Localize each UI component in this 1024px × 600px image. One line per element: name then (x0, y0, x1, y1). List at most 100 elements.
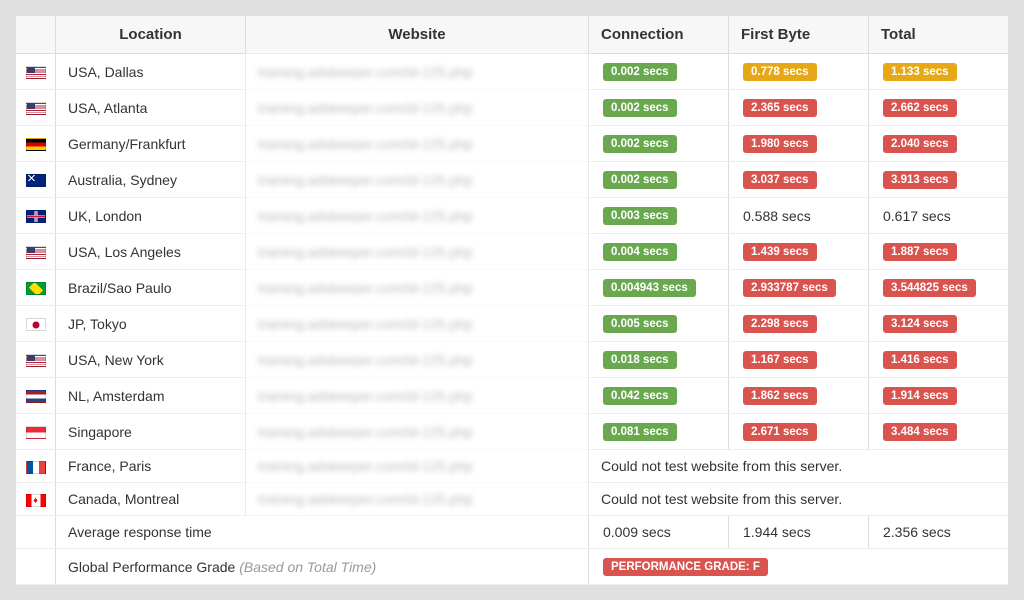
header-website[interactable]: Website (246, 16, 589, 54)
time-badge: 0.003 secs (603, 207, 677, 225)
website-cell: training.adskeeper.com/id-125.php (246, 54, 589, 90)
header-row: Location Website Connection First Byte T… (16, 16, 1009, 54)
time-badge: 0.004943 secs (603, 279, 696, 297)
time-badge: 3.544825 secs (883, 279, 976, 297)
time-badge: 3.037 secs (743, 171, 817, 189)
performance-grade-badge: PERFORMANCE GRADE: F (603, 558, 768, 576)
flag-icon (26, 426, 46, 439)
total-cell: 2.040 secs (869, 126, 1009, 162)
time-badge: 0.004 secs (603, 243, 677, 261)
total-cell: 2.662 secs (869, 90, 1009, 126)
first-byte-cell: 2.298 secs (729, 306, 869, 342)
error-cell: Could not test website from this server. (589, 450, 1009, 483)
flag-icon (26, 354, 46, 367)
first-byte-cell: 1.439 secs (729, 234, 869, 270)
flag-icon (26, 66, 46, 79)
time-badge: 3.124 secs (883, 315, 957, 333)
connection-cell: 0.002 secs (589, 54, 729, 90)
flag-icon (26, 494, 46, 507)
header-location[interactable]: Location (56, 16, 246, 54)
table-row: France, Paristraining.adskeeper.com/id-1… (16, 450, 1009, 483)
location-cell: Germany/Frankfurt (56, 126, 246, 162)
website-cell: training.adskeeper.com/id-125.php (246, 90, 589, 126)
connection-cell: 0.004 secs (589, 234, 729, 270)
header-connection[interactable]: Connection (589, 16, 729, 54)
error-cell: Could not test website from this server. (589, 483, 1009, 516)
location-cell: Singapore (56, 414, 246, 450)
location-cell: USA, Atlanta (56, 90, 246, 126)
website-cell: training.adskeeper.com/id-125.php (246, 270, 589, 306)
time-badge: 0.018 secs (603, 351, 677, 369)
table-row: UK, Londontraining.adskeeper.com/id-125.… (16, 198, 1009, 234)
total-cell: 3.913 secs (869, 162, 1009, 198)
website-cell: training.adskeeper.com/id-125.php (246, 414, 589, 450)
time-badge: 2.298 secs (743, 315, 817, 333)
grade-label: Global Performance Grade (Based on Total… (56, 549, 589, 585)
header-first-byte[interactable]: First Byte (729, 16, 869, 54)
website-cell: training.adskeeper.com/id-125.php (246, 234, 589, 270)
table-row: Australia, Sydneytraining.adskeeper.com/… (16, 162, 1009, 198)
location-cell: JP, Tokyo (56, 306, 246, 342)
first-byte-cell: 3.037 secs (729, 162, 869, 198)
website-cell: training.adskeeper.com/id-125.php (246, 342, 589, 378)
website-cell: training.adskeeper.com/id-125.php (246, 126, 589, 162)
time-badge: 1.439 secs (743, 243, 817, 261)
time-badge: 1.416 secs (883, 351, 957, 369)
website-cell: training.adskeeper.com/id-125.php (246, 450, 589, 483)
connection-cell: 0.081 secs (589, 414, 729, 450)
table-row: JP, Tokyotraining.adskeeper.com/id-125.p… (16, 306, 1009, 342)
time-badge: 2.365 secs (743, 99, 817, 117)
table-row: USA, Dallastraining.adskeeper.com/id-125… (16, 54, 1009, 90)
time-badge: 3.484 secs (883, 423, 957, 441)
table-row: NL, Amsterdamtraining.adskeeper.com/id-1… (16, 378, 1009, 414)
connection-cell: 0.003 secs (589, 198, 729, 234)
table-row: USA, Atlantatraining.adskeeper.com/id-12… (16, 90, 1009, 126)
first-byte-cell: 0.588 secs (729, 198, 869, 234)
time-badge: 0.081 secs (603, 423, 677, 441)
table-row: Singaporetraining.adskeeper.com/id-125.p… (16, 414, 1009, 450)
total-cell: 1.416 secs (869, 342, 1009, 378)
connection-cell: 0.018 secs (589, 342, 729, 378)
time-badge: 0.002 secs (603, 99, 677, 117)
flag-icon (26, 102, 46, 115)
connection-cell: 0.005 secs (589, 306, 729, 342)
location-cell: USA, Dallas (56, 54, 246, 90)
time-badge: 0.778 secs (743, 63, 817, 81)
flag-icon (26, 246, 46, 259)
time-badge: 1.167 secs (743, 351, 817, 369)
flag-icon (26, 282, 46, 295)
time-badge: 0.002 secs (603, 63, 677, 81)
time-badge: 1.862 secs (743, 387, 817, 405)
average-label: Average response time (56, 516, 589, 549)
time-badge: 3.913 secs (883, 171, 957, 189)
time-badge: 1.887 secs (883, 243, 957, 261)
average-connection: 0.009 secs (603, 524, 671, 540)
average-first-byte: 1.944 secs (743, 524, 811, 540)
first-byte-cell: 1.862 secs (729, 378, 869, 414)
flag-icon (26, 390, 46, 403)
table-row: USA, Los Angelestraining.adskeeper.com/i… (16, 234, 1009, 270)
website-cell: training.adskeeper.com/id-125.php (246, 198, 589, 234)
total-cell: 1.887 secs (869, 234, 1009, 270)
website-cell: training.adskeeper.com/id-125.php (246, 306, 589, 342)
total-cell: 0.617 secs (869, 198, 1009, 234)
time-badge: 0.002 secs (603, 135, 677, 153)
table-row: Canada, Montrealtraining.adskeeper.com/i… (16, 483, 1009, 516)
first-byte-cell: 2.671 secs (729, 414, 869, 450)
time-badge: 1.133 secs (883, 63, 957, 81)
location-cell: France, Paris (56, 450, 246, 483)
total-cell: 3.544825 secs (869, 270, 1009, 306)
connection-cell: 0.042 secs (589, 378, 729, 414)
header-total[interactable]: Total (869, 16, 1009, 54)
website-cell: training.adskeeper.com/id-125.php (246, 483, 589, 516)
location-cell: USA, New York (56, 342, 246, 378)
grade-row: Global Performance Grade (Based on Total… (16, 549, 1009, 585)
location-cell: Canada, Montreal (56, 483, 246, 516)
flag-icon (26, 138, 46, 151)
location-cell: UK, London (56, 198, 246, 234)
first-byte-cell: 1.980 secs (729, 126, 869, 162)
table-row: Germany/Frankfurttraining.adskeeper.com/… (16, 126, 1009, 162)
flag-icon (26, 174, 46, 187)
table-row: USA, New Yorktraining.adskeeper.com/id-1… (16, 342, 1009, 378)
first-byte-cell: 2.933787 secs (729, 270, 869, 306)
